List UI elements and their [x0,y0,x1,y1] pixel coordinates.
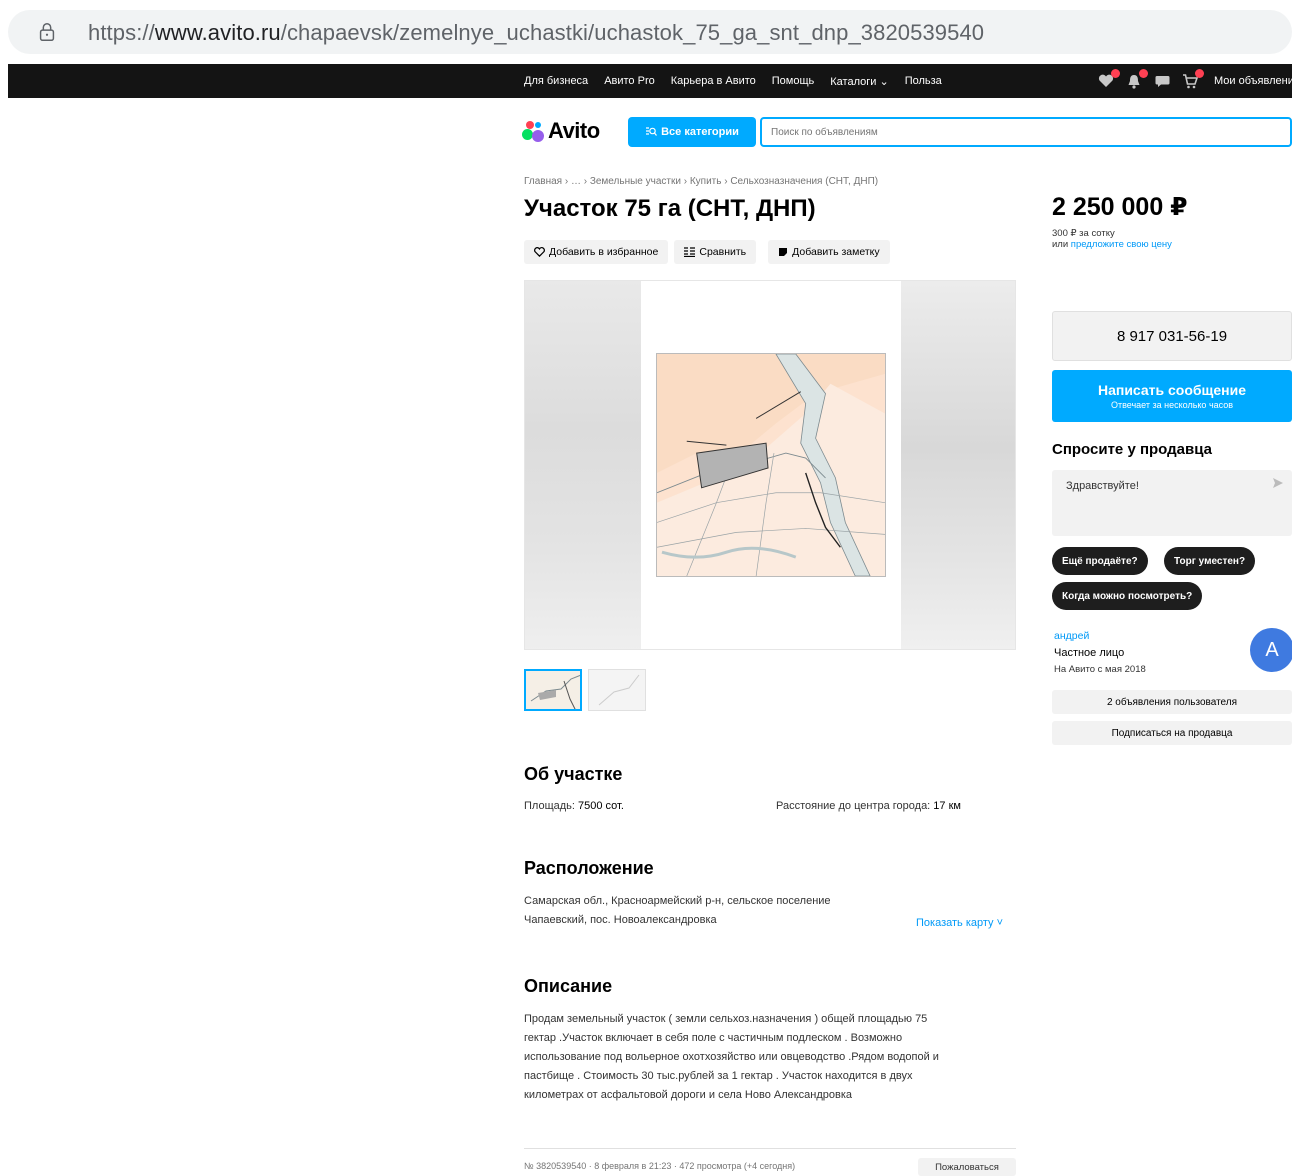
description-heading: Описание [524,976,613,996]
cart-icon[interactable] [1180,69,1204,91]
quick-question-still-selling[interactable]: Ещё продаёте? [1052,547,1148,575]
gallery-main-image [641,281,901,649]
chevron-down-icon: ⌄ [879,75,889,88]
image-gallery[interactable] [524,280,1016,650]
address-line-2: Чапаевский, пос. Новоалександровка [524,914,717,926]
nav-business[interactable]: Для бизнеса [524,75,588,87]
description-line: гектар .Участок включает в себя поле с ч… [524,1032,903,1044]
distance-row: Расстояние до центра города: 17 км [776,797,961,816]
my-ads-link[interactable]: Мои объявления [1214,75,1292,87]
thumbnail-1[interactable] [524,669,582,711]
gallery-blur-left [525,281,641,649]
price-per-unit: 300 ₽ за сотку [1052,228,1115,239]
gallery-thumbnails [524,669,646,711]
compare-label: Сравнить [699,246,747,258]
gallery-blur-right [899,281,1015,649]
listing-actions: Добавить в избранное Сравнить Добавить з… [524,240,890,264]
area-label: Площадь: [524,800,578,812]
address-line-1: Самарская обл., Красноармейский р-н, сел… [524,895,831,907]
description-line: километрах от асфальтовой дороги и села … [524,1089,853,1101]
seller-name-link[interactable]: андрей [1054,630,1089,642]
seller-since: На Авито с мая 2018 [1054,664,1146,675]
heart-icon[interactable] [1096,69,1120,91]
all-categories-label: Все категории [661,126,739,138]
quick-question-viewing[interactable]: Когда можно посмотреть? [1052,582,1203,610]
compare-icon [684,247,696,257]
listing-meta: № 3820539540 · 8 февраля в 21:23 · 472 п… [524,1161,796,1171]
write-message-label: Написать сообщение [1097,382,1247,398]
user-ads-button[interactable]: 2 объявления пользователя [1052,690,1292,714]
nav-catalogs-label: Каталоги [830,75,877,88]
area-value: 7500 сот. [578,800,624,812]
thumbnail-2[interactable] [588,669,646,711]
nav-catalogs[interactable]: Каталоги ⌄ [830,75,888,88]
description-line: пастбище . Стоимость 30 тыс.рублей за 1 … [524,1070,913,1082]
favorite-label: Добавить в избранное [549,246,659,258]
description-line: использование под вольерное охотхозяйств… [524,1051,939,1063]
send-icon[interactable] [1272,476,1284,492]
location-heading: Расположение [524,858,654,878]
notification-badge [1195,69,1204,78]
divider [524,1148,1016,1149]
page-title: Участок 75 га (СНТ, ДНП) [524,195,816,222]
search-icon [646,127,658,136]
ask-seller-input[interactable]: Здравствуйте! [1052,470,1292,536]
top-navigation-bar: Для бизнеса Авито Pro Карьера в Авито По… [8,64,1292,98]
site-info-icon[interactable] [22,10,72,54]
price: 2 250 000 ₽ [1052,193,1188,221]
notification-badge [1139,69,1148,78]
url-scheme: https:// [88,20,155,45]
logo-text: Avito [548,118,600,143]
about-heading: Об участке [524,764,623,784]
show-map-link[interactable]: Показать карту ˅ [916,914,1003,933]
chat-icon[interactable] [1152,71,1172,91]
nav-avito-pro[interactable]: Авито Pro [604,75,655,87]
subscribe-seller-button[interactable]: Подписаться на продавца [1052,721,1292,745]
search-input[interactable] [760,117,1292,147]
offer-price-link[interactable]: предложите свою цену [1071,239,1172,250]
quick-question-bargain[interactable]: Торг уместен? [1164,547,1256,575]
report-button[interactable]: Пожаловаться [918,1158,1016,1176]
browser-url-bar: https://www.avito.ru/chapaevsk/zemelnye_… [0,0,1292,64]
distance-label: Расстояние до центра города: [776,800,934,812]
nav-help[interactable]: Помощь [772,75,815,87]
breadcrumb[interactable]: Главная › … › Земельные участки › Купить… [524,176,878,187]
show-phone-button[interactable]: 8 917 031-56-19 [1052,311,1292,361]
note-label: Добавить заметку [792,246,880,258]
cadastral-map-image [656,353,886,577]
compare-button[interactable]: Сравнить [674,240,757,264]
avito-logo-icon [522,120,544,142]
notification-badge [1111,69,1120,78]
reply-time-label: Отвечает за несколько часов [1110,400,1234,410]
bell-icon[interactable] [1124,69,1148,91]
all-categories-button[interactable]: Все категории [628,117,756,147]
add-to-favorites-button[interactable]: Добавить в избранное [524,240,669,264]
add-note-button[interactable]: Добавить заметку [768,240,890,264]
note-icon [779,248,788,256]
url-text[interactable]: https://www.avito.ru/chapaevsk/zemelnye_… [88,20,984,46]
description-line: Продам земельный участок ( земли сельхоз… [524,1013,928,1025]
url-host: www.avito.ru [154,20,281,45]
ask-input-text: Здравствуйте! [1066,480,1139,492]
distance-value: 17 км [933,800,961,812]
ask-seller-heading: Спросите у продавца [1052,441,1212,458]
avatar[interactable]: A [1250,628,1292,672]
seller-type: Частное лицо [1054,647,1125,659]
url-path: /chapaevsk/zemelnye_uchastki/uchastok_75… [280,20,985,45]
avito-logo[interactable]: Avito [522,116,600,146]
nav-career[interactable]: Карьера в Авито [671,75,756,87]
nav-benefit[interactable]: Польза [905,75,942,87]
area-row: Площадь: 7500 сот. [524,797,624,816]
price-details: 300 ₽ за сотку или предложите свою цену [1052,228,1172,250]
write-message-button[interactable]: Написать сообщение Отвечает за несколько… [1052,370,1292,422]
offer-prefix: или [1052,239,1071,250]
heart-icon [534,247,545,257]
